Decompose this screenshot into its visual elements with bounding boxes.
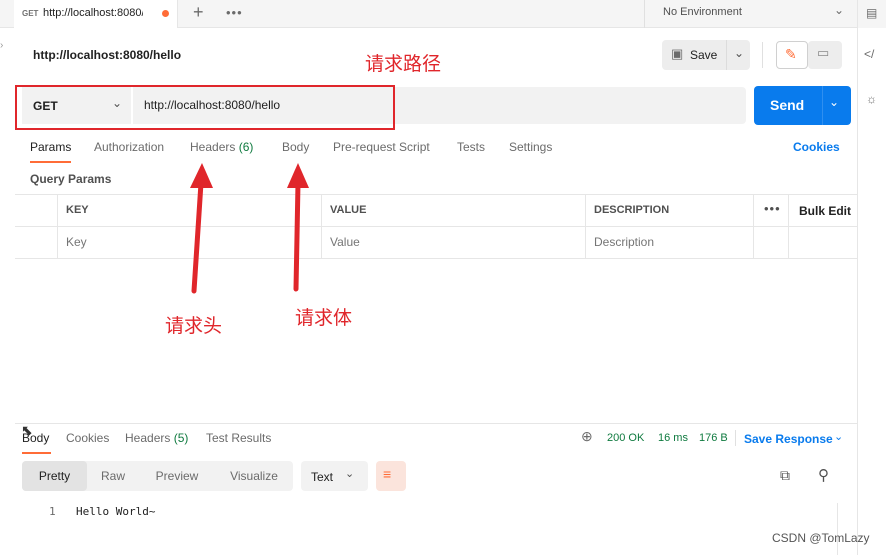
response-tab-test-results[interactable]: Test Results <box>206 431 271 445</box>
arrowhead-body <box>287 163 309 188</box>
tab-params[interactable]: Params <box>30 140 71 154</box>
code-icon[interactable]: </ <box>864 47 874 61</box>
view-pretty[interactable]: Pretty <box>22 461 87 491</box>
tab-url: http://localhost:8080/h <box>43 7 143 19</box>
annotation-headers: 请求头 <box>165 315 223 337</box>
view-mode-selector: Pretty Raw Preview Visualize <box>22 461 293 491</box>
response-tab-headers-label: Headers <box>125 431 171 445</box>
bulk-edit-button[interactable]: Bulk Edit <box>799 204 851 218</box>
response-tab-body[interactable]: Body <box>22 431 49 445</box>
search-icon[interactable]: ⚲ <box>818 466 829 484</box>
unsaved-dot-icon <box>162 10 169 17</box>
request-tab[interactable]: GET http://localhost:8080/h <box>14 0 178 28</box>
right-sidebar: </ ☼ <box>857 28 886 555</box>
table-row-divider <box>15 226 857 227</box>
column-divider <box>788 194 789 259</box>
rail-top: ▤ <box>857 0 886 28</box>
column-header-key: KEY <box>66 204 89 216</box>
tab-headers-count: (6) <box>238 140 254 154</box>
column-divider <box>57 194 58 259</box>
chevron-down-icon: ⌄ <box>345 468 355 480</box>
response-size[interactable]: 176 B <box>699 432 728 444</box>
response-tab-cookies[interactable]: Cookies <box>66 431 109 445</box>
sidebar-collapse-icon[interactable]: › <box>0 40 3 51</box>
send-label: Send <box>770 97 805 113</box>
edit-button[interactable]: ✎ <box>776 41 808 69</box>
comment-icon: ▭ <box>817 45 830 60</box>
active-tab-indicator <box>30 161 71 163</box>
response-divider <box>15 423 857 424</box>
view-visualize[interactable]: Visualize <box>215 461 293 491</box>
column-divider <box>753 194 754 259</box>
header-divider <box>762 42 763 68</box>
chevron-down-icon[interactable]: ⌄ <box>834 430 843 443</box>
comments-button[interactable]: ▭ <box>808 41 842 69</box>
view-preview[interactable]: Preview <box>139 461 215 491</box>
wrap-lines-button[interactable]: ≡ <box>376 461 406 491</box>
active-response-tab-indicator <box>22 452 51 454</box>
send-divider <box>822 86 823 125</box>
format-select[interactable]: Text ⌄ <box>301 461 368 491</box>
tabbar-divider <box>644 0 645 28</box>
column-header-description: DESCRIPTION <box>594 204 670 216</box>
param-value-input[interactable] <box>330 235 570 249</box>
response-tab-headers-count: (5) <box>173 431 189 445</box>
environment-selector[interactable]: No Environment <box>663 6 742 18</box>
tab-tests[interactable]: Tests <box>457 140 485 154</box>
more-tabs-button[interactable]: ••• <box>226 5 243 20</box>
response-divider <box>735 430 736 446</box>
lightbulb-icon[interactable]: ☼ <box>866 92 877 106</box>
column-divider <box>321 194 322 259</box>
send-button[interactable]: Send ⌄ <box>754 86 851 125</box>
param-description-input[interactable] <box>594 235 744 249</box>
tab-headers[interactable]: Headers (6) <box>190 140 253 154</box>
environment-quick-look-icon[interactable]: ▤ <box>866 6 877 20</box>
globe-icon[interactable]: ⊕ <box>581 428 593 445</box>
response-body-line: Hello World~ <box>76 505 156 518</box>
tab-authorization[interactable]: Authorization <box>94 140 164 154</box>
save-response-button[interactable]: Save Response <box>744 432 833 446</box>
response-time[interactable]: 16 ms <box>658 432 688 444</box>
copy-icon[interactable]: ⧉ <box>780 467 790 484</box>
tab-pre-request-script[interactable]: Pre-request Script <box>333 140 430 154</box>
annotation-body: 请求体 <box>295 307 353 329</box>
response-tab-headers[interactable]: Headers (5) <box>125 431 188 445</box>
column-header-value: VALUE <box>330 204 367 216</box>
tab-method: GET <box>22 9 39 18</box>
chevron-down-icon[interactable]: ⌄ <box>829 95 839 109</box>
status-code[interactable]: 200 OK <box>607 432 644 444</box>
response-scrollbar[interactable] <box>837 503 845 555</box>
new-tab-button[interactable]: + <box>193 2 204 23</box>
save-button[interactable]: ▣ Save ⌄ <box>662 40 750 70</box>
pencil-icon: ✎ <box>785 46 797 62</box>
request-title[interactable]: http://localhost:8080/hello <box>33 48 181 62</box>
chevron-down-icon[interactable]: ⌄ <box>834 3 844 17</box>
save-label: Save <box>690 48 718 62</box>
view-raw[interactable]: Raw <box>87 461 139 491</box>
query-params-label: Query Params <box>30 172 112 186</box>
arrowhead-headers <box>190 163 213 188</box>
wrap-icon: ≡ <box>383 466 392 482</box>
save-icon: ▣ <box>671 46 684 61</box>
column-options-button[interactable]: ••• <box>764 201 781 216</box>
annotation-highlight-box <box>15 85 395 130</box>
line-number: 1 <box>49 505 56 518</box>
format-label: Text <box>311 470 334 484</box>
column-divider <box>585 194 586 259</box>
tab-settings[interactable]: Settings <box>509 140 552 154</box>
param-key-input[interactable] <box>66 235 306 249</box>
annotation-path: 请求路径 <box>365 53 442 75</box>
save-divider <box>726 40 727 70</box>
cookies-link[interactable]: Cookies <box>793 140 840 154</box>
tab-body[interactable]: Body <box>282 140 309 154</box>
watermark: CSDN @TomLazy <box>772 531 870 545</box>
tab-headers-label: Headers <box>190 140 236 154</box>
chevron-down-icon[interactable]: ⌄ <box>734 46 744 60</box>
